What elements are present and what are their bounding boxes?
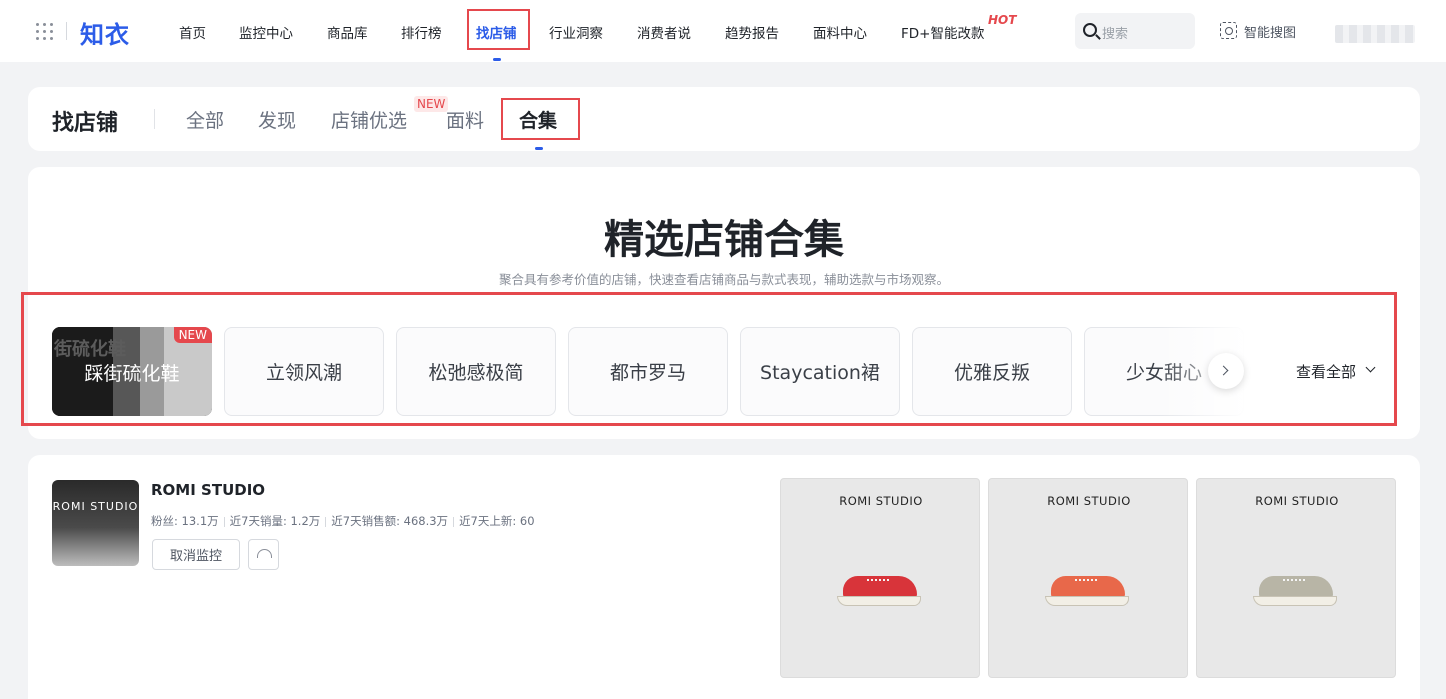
search-placeholder: 搜索: [1102, 27, 1129, 42]
product-brand: ROMI STUDIO: [839, 494, 923, 508]
shop-logo-text: ROMI STUDIO: [52, 500, 139, 513]
active-nav-highlight: [467, 9, 530, 50]
shop-logo[interactable]: ROMI STUDIO: [52, 480, 139, 566]
sneaker-image: [1045, 576, 1129, 606]
analytics-gauge-icon[interactable]: [248, 539, 279, 570]
image-search-button[interactable]: 智能搜图: [1244, 22, 1296, 41]
tab-fabric[interactable]: 面料: [446, 106, 484, 133]
nav-item-fabrics[interactable]: 面料中心: [813, 22, 867, 42]
nav-item-rankings[interactable]: 排行榜: [401, 22, 442, 42]
nav-item-home[interactable]: 首页: [179, 22, 206, 42]
logo-divider: [66, 22, 67, 40]
product-card[interactable]: ROMI STUDIO: [1196, 478, 1396, 678]
stat-fans: 粉丝: 13.1万: [151, 514, 219, 528]
user-avatar-blurred[interactable]: [1335, 25, 1415, 43]
search-icon: [1083, 23, 1097, 37]
subnav-divider: [154, 109, 155, 129]
section-title: 精选店铺合集: [604, 217, 844, 263]
stat-sales-7d: 近7天销量: 1.2万: [229, 514, 321, 528]
product-brand: ROMI STUDIO: [1047, 494, 1131, 508]
section-subtitle: 聚合具有参考价值的店铺，快速查看店铺商品与款式表现，辅助选款与市场观察。: [498, 272, 949, 287]
stat-divider: [325, 516, 327, 527]
top-navbar: 知衣 首页 监控中心 商品库 排行榜 找店铺 行业洞察 消费者说 趋势报告 面料…: [0, 0, 1446, 62]
nav-item-industry[interactable]: 行业洞察: [549, 22, 603, 42]
sub-navbar: 找店铺 全部 发现 店铺优选 NEW 面料 合集: [28, 87, 1420, 151]
nav-item-monitor[interactable]: 监控中心: [239, 22, 293, 42]
search-input[interactable]: 搜索: [1075, 13, 1195, 49]
carousel-highlight: [21, 292, 1397, 426]
product-card[interactable]: ROMI STUDIO: [780, 478, 980, 678]
sneaker-image: [1253, 576, 1337, 606]
hot-badge: HOT: [988, 13, 1017, 27]
active-tab-highlight: [501, 98, 580, 140]
tab-discover[interactable]: 发现: [258, 106, 296, 133]
nav-item-products[interactable]: 商品库: [327, 22, 368, 42]
tab-all[interactable]: 全部: [186, 106, 224, 133]
tab-shop-picks[interactable]: 店铺优选: [331, 106, 407, 133]
active-nav-indicator: [493, 58, 501, 61]
shop-name[interactable]: ROMI STUDIO: [151, 481, 265, 499]
image-search-icon[interactable]: [1220, 22, 1237, 39]
sneaker-image: [837, 576, 921, 606]
apps-grid-icon[interactable]: [36, 23, 54, 41]
shop-card: ROMI STUDIO ROMI STUDIO 粉丝: 13.1万 近7天销量: …: [28, 455, 1420, 699]
shop-stats: 粉丝: 13.1万 近7天销量: 1.2万 近7天销售额: 468.3万 近7天上新:…: [151, 513, 535, 529]
stat-divider: [453, 516, 455, 527]
nav-item-trends[interactable]: 趋势报告: [725, 22, 779, 42]
new-badge: NEW: [414, 96, 449, 112]
active-tab-indicator: [535, 147, 543, 150]
product-brand: ROMI STUDIO: [1255, 494, 1339, 508]
stat-revenue-7d: 近7天销售额: 468.3万: [331, 514, 449, 528]
product-card[interactable]: ROMI STUDIO: [988, 478, 1188, 678]
stat-divider: [223, 516, 225, 527]
stat-new-7d: 近7天上新: 60: [459, 514, 535, 528]
app-logo[interactable]: 知衣: [80, 15, 130, 50]
cancel-monitor-button[interactable]: 取消监控: [152, 539, 240, 570]
nav-item-consumers[interactable]: 消费者说: [637, 22, 691, 42]
collections-section: 精选店铺合集 聚合具有参考价值的店铺，快速查看店铺商品与款式表现，辅助选款与市场…: [21, 167, 1420, 439]
nav-item-fd-plus[interactable]: FD+智能改款: [901, 22, 984, 42]
page-title: 找店铺: [52, 111, 119, 136]
